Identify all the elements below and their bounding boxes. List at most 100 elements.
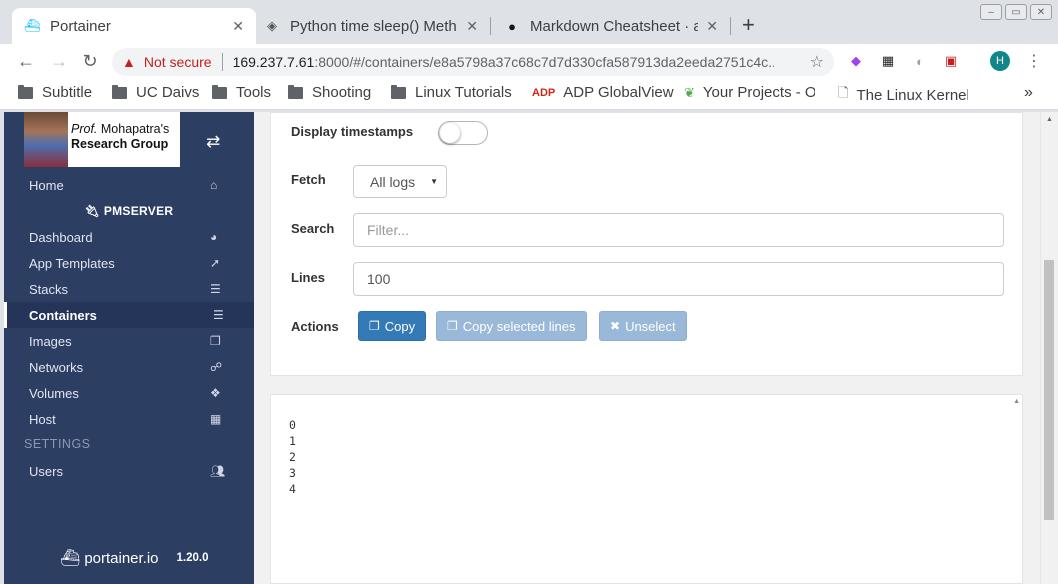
- back-icon[interactable]: ←: [15, 50, 37, 72]
- sidebar-item-containers[interactable]: Containers ☰: [4, 302, 254, 328]
- sidebar-item-networks[interactable]: Networks ☍: [4, 354, 254, 380]
- bookmark-shooting[interactable]: Shooting: [288, 84, 371, 101]
- new-tab-button[interactable]: +: [742, 14, 755, 36]
- bookmark-uc-daivs[interactable]: UC Daivs: [112, 84, 199, 101]
- toggle-knob: [440, 123, 460, 143]
- lines-input[interactable]: [353, 262, 1004, 296]
- reload-icon[interactable]: ↻: [79, 50, 101, 72]
- close-tab-icon[interactable]: ✕: [466, 18, 478, 35]
- logo-line2: Research Group: [71, 137, 169, 151]
- log-line[interactable]: 4: [289, 481, 296, 497]
- copy-button[interactable]: ❐ Copy: [358, 311, 427, 341]
- tab-title: Portainer: [50, 17, 111, 35]
- portainer-logo-icon: ⛴: [60, 550, 81, 567]
- bookmark-tools[interactable]: Tools: [212, 84, 271, 101]
- bookmark-label: Your Projects - O: [702, 84, 815, 101]
- log-line[interactable]: 2: [289, 449, 296, 465]
- security-status[interactable]: Not secure: [144, 54, 212, 70]
- log-scroll-up-icon[interactable]: ▲: [1013, 398, 1020, 405]
- caret-down-icon: ▼: [430, 177, 438, 186]
- close-window-icon[interactable]: ✕: [1030, 4, 1052, 20]
- address-bar[interactable]: ▲ Not secure 169.237.7.61 :8000/#/contai…: [112, 48, 834, 76]
- endpoint-label: PMSERVER: [103, 204, 174, 218]
- logo[interactable]: Prof. Mohapatra's Research Group: [24, 112, 180, 167]
- bookmarks-overflow-button[interactable]: »: [1024, 84, 1033, 102]
- th-list-icon: ☰: [210, 282, 221, 296]
- log-output-panel[interactable]: 0 1 2 3 4 ▲: [270, 394, 1023, 584]
- menu-icon[interactable]: ⋮: [1026, 51, 1042, 71]
- diamond-icon: ◈: [267, 18, 277, 33]
- sidebar-item-app-templates[interactable]: App Templates ➚: [4, 250, 254, 276]
- sidebar-item-label: Containers: [29, 307, 97, 323]
- bookmark-star-icon[interactable]: ☆: [810, 52, 824, 72]
- sidebar-item-label: Host: [29, 411, 56, 427]
- browser-toolbar: ← → ↻ ▲ Not secure 169.237.7.61 :8000/#/…: [0, 44, 1058, 78]
- page-scrollbar[interactable]: ▲: [1040, 112, 1058, 584]
- folder-icon: [112, 84, 127, 99]
- fetch-label: Fetch: [291, 172, 326, 187]
- logo-prefix: Prof.: [71, 122, 98, 136]
- bookmark-linux-kernel[interactable]: 🗋 The Linux Kernel: [838, 84, 968, 106]
- pdf-extension-icon[interactable]: ▣: [942, 52, 960, 70]
- tachometer-icon: ◕: [210, 230, 218, 244]
- bookmark-adp[interactable]: ADP ADP GlobalView: [532, 84, 674, 101]
- tab-python-sleep[interactable]: ◈ Python time sleep() Meth ✕: [252, 8, 490, 44]
- tab-separator: [730, 17, 731, 35]
- tab-title: Python time sleep() Meth: [290, 17, 457, 35]
- circle-extension-icon[interactable]: ◐: [911, 52, 929, 70]
- log-line[interactable]: 3: [289, 465, 296, 481]
- log-output[interactable]: 0 1 2 3 4: [289, 417, 296, 497]
- log-line[interactable]: 1: [289, 433, 296, 449]
- extension-icon[interactable]: ◆: [847, 52, 865, 70]
- log-options-panel: Display timestamps Fetch All logs ▼ Sear…: [270, 112, 1023, 376]
- users-icon: 👥︎: [210, 464, 226, 478]
- sidebar-item-label: Volumes: [29, 385, 79, 401]
- search-input[interactable]: [353, 213, 1004, 247]
- sidebar-item-images[interactable]: Images ❐: [4, 328, 254, 354]
- sidebar-item-label: App Templates: [29, 255, 115, 271]
- bookmark-label: ADP GlobalView: [563, 84, 674, 101]
- folder-icon: [212, 84, 227, 99]
- tab-portainer[interactable]: ⛴ Portainer ✕: [12, 8, 256, 44]
- main-content: Display timestamps Fetch All logs ▼ Sear…: [254, 112, 1040, 584]
- close-tab-icon[interactable]: ✕: [232, 18, 244, 35]
- forward-icon[interactable]: →: [48, 50, 70, 72]
- scroll-up-icon[interactable]: ▲: [1046, 116, 1053, 123]
- close-tab-icon[interactable]: ✕: [706, 18, 718, 35]
- bookmark-subtitle[interactable]: Subtitle: [18, 84, 92, 101]
- search-label: Search: [291, 221, 335, 236]
- cubes-icon: ❖: [210, 386, 221, 400]
- sitemap-icon: ☍: [210, 360, 223, 374]
- scrollbar-thumb[interactable]: [1044, 260, 1054, 520]
- log-line[interactable]: 0: [289, 417, 296, 433]
- th-icon: ▦: [210, 412, 222, 426]
- sidebar-item-stacks[interactable]: Stacks ☰: [4, 276, 254, 302]
- portainer-brand: portainer.io: [84, 549, 159, 567]
- copy-selected-button[interactable]: ❐ Copy selected lines: [436, 311, 587, 341]
- sidebar-item-label: Networks: [29, 359, 84, 375]
- adp-icon: ADP: [532, 86, 556, 99]
- sidebar-item-home[interactable]: Home ⌂: [4, 172, 254, 198]
- bookmark-projects[interactable]: ❦ Your Projects - O: [684, 84, 815, 101]
- bookmark-linux-tutorials[interactable]: Linux Tutorials: [391, 84, 512, 101]
- logo-photo: [24, 112, 68, 167]
- profile-avatar[interactable]: H: [990, 51, 1010, 71]
- fetch-select[interactable]: All logs ▼: [353, 165, 447, 198]
- unselect-button[interactable]: ✖ Unselect: [599, 311, 687, 341]
- grid-extension-icon[interactable]: ▦: [879, 52, 897, 70]
- minimize-icon[interactable]: ‒: [980, 4, 1002, 20]
- sidebar-item-volumes[interactable]: Volumes ❖: [4, 380, 254, 406]
- portainer-icon: ⛴: [23, 18, 41, 33]
- timestamps-label: Display timestamps: [291, 124, 414, 139]
- warning-icon: ▲: [122, 54, 136, 70]
- sidebar-toggle-icon[interactable]: ⇄: [206, 132, 220, 152]
- tab-markdown[interactable]: ● Markdown Cheatsheet · a ✕: [492, 8, 730, 44]
- url-path: :8000/#/containers/e8a5798a37c68c7d7d330…: [314, 54, 775, 70]
- sidebar-item-host[interactable]: Host ▦: [4, 406, 254, 432]
- maximize-icon[interactable]: ▭: [1005, 4, 1027, 20]
- timestamps-toggle[interactable]: [438, 121, 488, 145]
- sidebar-item-dashboard[interactable]: Dashboard ◕: [4, 224, 254, 250]
- unselect-label: Unselect: [625, 318, 676, 334]
- bookmark-label: UC Daivs: [136, 84, 200, 101]
- sidebar-item-users[interactable]: Users 👥︎: [4, 458, 254, 484]
